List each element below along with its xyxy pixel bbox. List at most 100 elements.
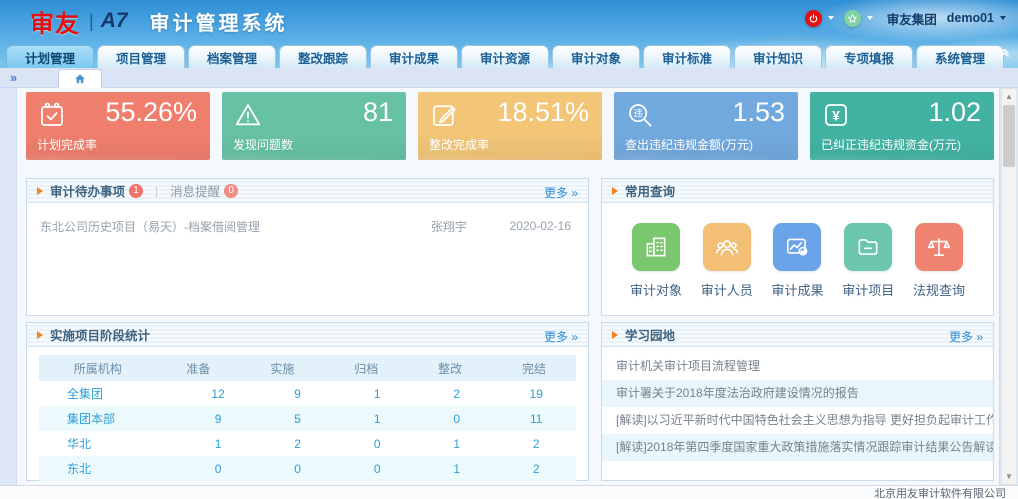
tab-audit-objects[interactable]: 审计对象 <box>552 45 640 68</box>
tab-label: 审计成果 <box>389 48 439 67</box>
tab-audit-results[interactable]: 审计成果 <box>370 45 458 68</box>
tab-audit-resources[interactable]: 审计资源 <box>461 45 549 68</box>
tab-label: 系统管理 <box>935 48 985 67</box>
learning-panel: 学习园地 更多 » 审计机关审计项目流程管理 审计署关于2018年度法治政府建设… <box>601 322 994 481</box>
tab-message-reminder[interactable]: 消息提醒 0 <box>170 181 238 200</box>
folder-icon <box>844 223 892 271</box>
tab-project-management[interactable]: 项目管理 <box>97 45 185 68</box>
stat-card-violation-amount[interactable]: 违 1.53 查出违纪违规金额(万元) <box>614 92 798 160</box>
calendar-check-icon <box>37 100 67 130</box>
value-link[interactable]: 1 <box>178 437 258 451</box>
value-link[interactable]: 0 <box>417 412 497 426</box>
warning-triangle-icon <box>233 100 263 130</box>
value-link[interactable]: 2 <box>496 462 576 476</box>
tile-audit-objects[interactable]: 审计对象 <box>630 223 682 299</box>
tile-audit-personnel[interactable]: 审计人员 <box>701 223 753 299</box>
tab-plan-management[interactable]: 计划管理 <box>6 45 94 68</box>
value-link[interactable]: 12 <box>178 387 258 401</box>
value-link[interactable]: 0 <box>178 462 258 476</box>
chevron-down-icon[interactable] <box>828 16 834 20</box>
yuan-square-icon: ¥ <box>821 100 851 130</box>
tab-audit-standards[interactable]: 审计标准 <box>643 45 731 68</box>
scroll-up-icon[interactable]: ▲ <box>1002 89 1016 104</box>
value-link[interactable]: 0 <box>258 462 338 476</box>
chevron-down-icon[interactable] <box>1000 16 1006 20</box>
stat-card-corrected-funds[interactable]: ¥ 1.02 已纠正违纪违规资金(万元) <box>810 92 994 160</box>
org-link[interactable]: 华北 <box>39 435 178 452</box>
value-link[interactable]: 1 <box>417 462 497 476</box>
scroll-down-icon[interactable]: ▼ <box>1002 469 1016 484</box>
value-link[interactable]: 2 <box>258 437 338 451</box>
tile-label: 审计成果 <box>771 280 823 299</box>
value-link[interactable]: 11 <box>496 412 576 426</box>
quick-query-tiles: 审计对象 审计人员 审计成果 <box>602 203 993 299</box>
value-link[interactable]: 9 <box>258 387 338 401</box>
star-icon[interactable] <box>844 10 861 27</box>
content-inner: 55.26% 计划完成率 81 发现问题数 18.51% 整改完成率 <box>16 88 1000 485</box>
value-link[interactable]: 9 <box>178 412 258 426</box>
stage-stats-panel: 实施项目阶段统计 更多 » 所属机构 准备 实施 归档 整改 完结 全集团 12 <box>26 322 589 481</box>
todo-more-link[interactable]: 更多 » <box>544 184 578 201</box>
panel-title: 学习园地 <box>625 325 675 344</box>
tab-audit-knowledge[interactable]: 审计知识 <box>734 45 822 68</box>
tile-audit-projects[interactable]: 审计项目 <box>842 223 894 299</box>
org-link[interactable]: 东北 <box>39 460 178 477</box>
stat-card-problems-found[interactable]: 81 发现问题数 <box>222 92 406 160</box>
vertical-scrollbar[interactable]: ▲ ▼ <box>1001 88 1017 485</box>
learning-item[interactable]: 审计署关于2018年度法治政府建设情况的报告 <box>602 380 993 407</box>
org-link[interactable]: 集团本部 <box>39 410 178 427</box>
home-tab[interactable] <box>58 69 102 88</box>
tab-label: 消息提醒 <box>170 181 220 200</box>
tab-label: 审计对象 <box>571 48 621 67</box>
value-link[interactable]: 2 <box>417 387 497 401</box>
learning-item[interactable]: 审计机关审计项目流程管理 <box>602 353 993 380</box>
learning-more-link[interactable]: 更多 » <box>949 328 983 345</box>
stage-stats-header: 实施项目阶段统计 更多 » <box>27 323 588 347</box>
tile-label: 审计对象 <box>630 280 682 299</box>
chevron-down-icon[interactable] <box>867 16 873 20</box>
tile-label: 法规查询 <box>913 280 965 299</box>
org-name[interactable]: 审友集团 <box>887 9 937 28</box>
learning-item[interactable]: [解读]以习近平新时代中国特色社会主义思想为指导 更好担负起审计工作新职责新..… <box>602 407 993 434</box>
chart-check-icon <box>773 223 821 271</box>
value-link[interactable]: 1 <box>417 437 497 451</box>
svg-text:违: 违 <box>633 109 642 119</box>
tab-rectification-tracking[interactable]: 整改跟踪 <box>279 45 367 68</box>
value-link[interactable]: 0 <box>337 437 417 451</box>
value-link[interactable]: 2 <box>496 437 576 451</box>
power-icon[interactable] <box>805 10 822 27</box>
value-link[interactable]: 5 <box>258 412 338 426</box>
scrollbar-thumb[interactable] <box>1003 105 1015 167</box>
bullet-icon <box>612 187 618 195</box>
tab-system-management[interactable]: 系统管理 <box>916 45 1004 68</box>
tile-audit-results[interactable]: 审计成果 <box>771 223 823 299</box>
todo-title: 东北公司历史项目（易天）-档案借阅管理 <box>40 218 260 235</box>
stat-value: 55.26% <box>105 97 197 128</box>
company-name: 北京用友审计软件有限公司 <box>874 485 1006 499</box>
todo-list-item[interactable]: 东北公司历史项目（易天）-档案借阅管理 张翔宇 2020-02-16 <box>27 209 588 243</box>
tab-audit-todo[interactable]: 审计待办事项 1 <box>50 181 143 200</box>
value-link[interactable]: 0 <box>337 462 417 476</box>
edit-square-icon <box>429 100 459 130</box>
value-link[interactable]: 1 <box>337 387 417 401</box>
todo-panel: 审计待办事项 1 | 消息提醒 0 更多 » 东北公司历史项目（易天）-档案借阅… <box>26 178 589 316</box>
collapse-up-icon[interactable] <box>998 46 1011 59</box>
logo-divider: | <box>89 11 94 32</box>
product-logo: A7 <box>101 9 128 33</box>
quick-query-panel: 常用查询 审计对象 审计人员 <box>601 178 994 316</box>
expand-icon[interactable]: » <box>10 70 17 85</box>
stage-stats-more-link[interactable]: 更多 » <box>544 328 578 345</box>
learning-item[interactable]: [解读]2018年第四季度国家重大政策措施落实情况跟踪审计结果公告解读 <box>602 434 993 461</box>
org-link[interactable]: 全集团 <box>39 385 178 402</box>
stat-card-plan-completion[interactable]: 55.26% 计划完成率 <box>26 92 210 160</box>
value-link[interactable]: 19 <box>496 387 576 401</box>
username[interactable]: demo01 <box>947 11 994 25</box>
stage-stats-table: 所属机构 准备 实施 归档 整改 完结 全集团 12 9 1 2 19 <box>39 355 576 499</box>
tab-archive-management[interactable]: 档案管理 <box>188 45 276 68</box>
tab-special-reporting[interactable]: 专项填报 <box>825 45 913 68</box>
table-row: 华北 1 2 0 1 2 <box>39 431 576 456</box>
value-link[interactable]: 1 <box>337 412 417 426</box>
tile-regulation-query[interactable]: 法规查询 <box>913 223 965 299</box>
stat-card-rectification-completion[interactable]: 18.51% 整改完成率 <box>418 92 602 160</box>
stat-cards-row: 55.26% 计划完成率 81 发现问题数 18.51% 整改完成率 <box>26 92 994 160</box>
